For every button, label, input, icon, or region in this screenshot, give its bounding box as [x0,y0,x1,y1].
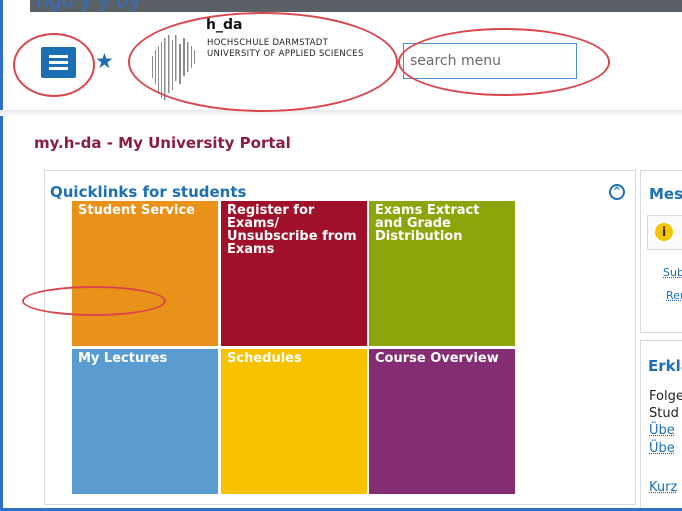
logo-line-1: HOCHSCHULE DARMSTADT [207,38,329,48]
explanation-text: Folge [649,389,682,404]
logo-line-2: UNIVERSITY OF APPLIED SCIENCES [207,49,364,59]
caption-fragment: ngo y y oy [36,0,141,12]
logo-short: h_da [206,17,243,33]
menu-button[interactable] [41,47,76,78]
explanation-text: Stud [649,406,679,421]
tile-label: Register for Exams/ Unsubscribe from Exa… [227,203,357,257]
tile-course-overview[interactable]: Course Overview [369,349,515,494]
chevron-up-icon[interactable]: ^ [609,184,625,200]
tile-schedules[interactable]: Schedules [221,349,367,494]
tile-label: Student Service [78,203,195,218]
explanation-link[interactable]: Übe [649,423,675,438]
messages-link[interactable]: Sub [663,266,682,279]
star-icon[interactable]: ★ [95,49,114,73]
tile-register-exams[interactable]: Register for Exams/ Unsubscribe from Exa… [221,201,367,346]
tile-label: My Lectures [78,351,168,366]
tile-my-lectures[interactable]: My Lectures [72,349,218,494]
logo-bars-icon [152,35,195,100]
page-title: my.h-da - My University Portal [34,134,291,152]
tile-student-service[interactable]: Student Service [72,201,218,346]
search-input[interactable] [403,43,577,79]
tile-label: Course Overview [375,351,499,366]
info-icon: i [655,223,673,241]
explanations-title: Erklä [648,357,682,375]
explanation-link[interactable]: Kurz [649,480,677,495]
explanation-link[interactable]: Übe [649,441,675,456]
quicklinks-title: Quicklinks for students [50,183,247,201]
messages-title: Mes [649,185,682,203]
header-divider [0,110,682,116]
tile-label: Exams Extract and Grade Distribution [375,203,480,244]
tile-label: Schedules [227,351,302,366]
messages-link[interactable]: Rer [666,289,682,302]
hamburger-icon [49,55,68,58]
tile-exams-extract[interactable]: Exams Extract and Grade Distribution [369,201,515,346]
